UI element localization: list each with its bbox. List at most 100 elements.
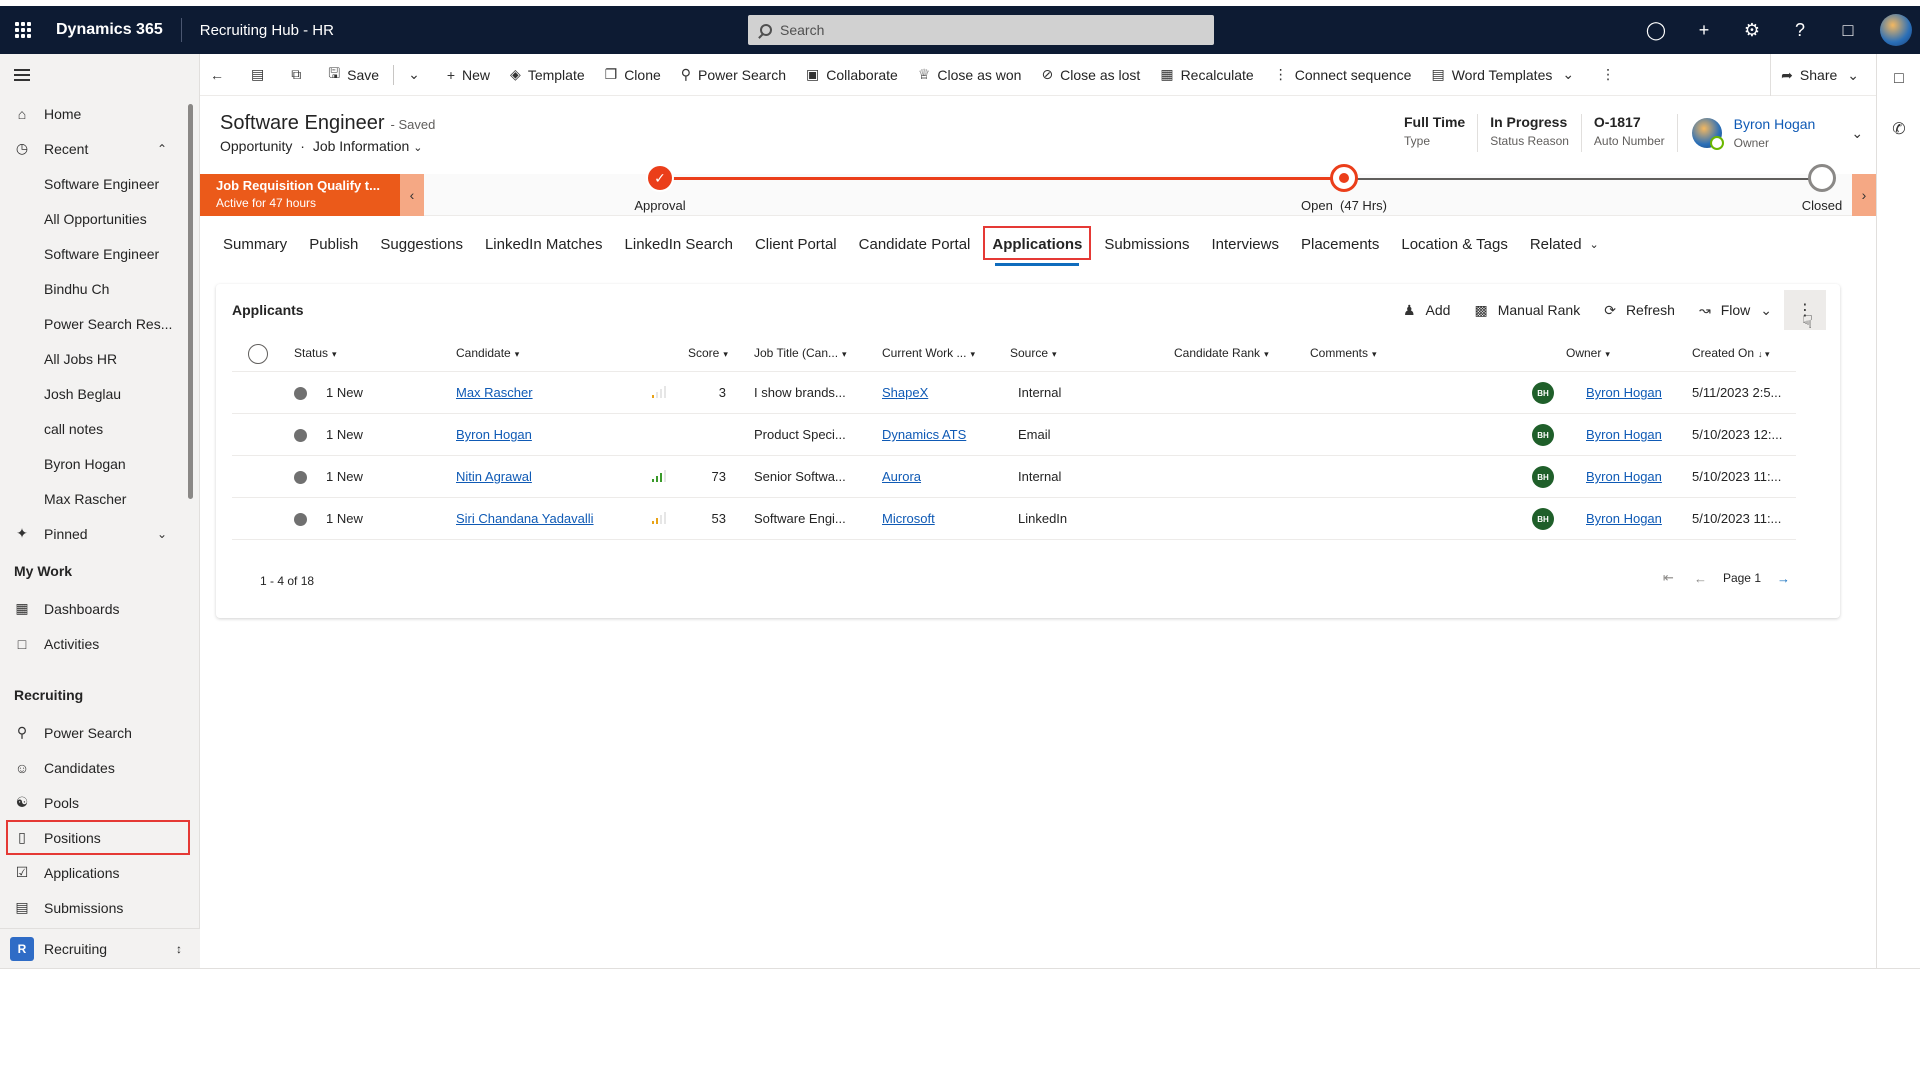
chevron-down-icon[interactable]: ⌄ xyxy=(157,527,167,541)
nav-candidates[interactable]: ☺ Candidates xyxy=(0,750,199,785)
table-row[interactable]: 1 New Nitin Agrawal 73 Senior Softwa... Auro… xyxy=(232,456,1796,498)
manual-rank-button[interactable]: ▩ Manual Rank xyxy=(1462,290,1592,330)
company-link[interactable]: Microsoft xyxy=(882,511,935,526)
first-page-icon[interactable]: ⇤ xyxy=(1663,570,1674,586)
col-job-title[interactable]: Job Title (Can... ▾ xyxy=(754,346,847,360)
col-candidate-rank[interactable]: Candidate Rank ▾ xyxy=(1174,346,1269,360)
tab-suggestions[interactable]: Suggestions xyxy=(369,222,474,266)
chat-icon[interactable]: □ xyxy=(1824,6,1872,54)
chat-icon[interactable]: □ xyxy=(1877,54,1920,104)
recent-item[interactable]: Software Engineer xyxy=(0,236,199,271)
recent-item[interactable]: Josh Beglau xyxy=(0,376,199,411)
nav-toggle-button[interactable] xyxy=(0,54,199,96)
gear-icon[interactable]: ⚙ xyxy=(1728,6,1776,54)
recent-item[interactable]: call notes xyxy=(0,411,199,446)
global-search-input[interactable]: Search xyxy=(748,15,1214,45)
refresh-button[interactable]: ⟳ Refresh xyxy=(1592,290,1687,330)
nav-submissions[interactable]: ▤ Submissions xyxy=(0,890,199,925)
lightbulb-icon[interactable]: ◯ xyxy=(1632,6,1680,54)
candidate-link[interactable]: Max Rascher xyxy=(456,385,533,400)
recent-item[interactable]: All Opportunities xyxy=(0,201,199,236)
tab-linkedin-search[interactable]: LinkedIn Search xyxy=(614,222,744,266)
owner-link[interactable]: Byron Hogan xyxy=(1586,427,1662,442)
company-link[interactable]: ShapeX xyxy=(882,385,928,400)
new-button[interactable]: + New xyxy=(437,54,500,96)
tab-placements[interactable]: Placements xyxy=(1290,222,1390,266)
recent-item[interactable]: Power Search Res... xyxy=(0,306,199,341)
close-as-lost-button[interactable]: ⊘ Close as lost xyxy=(1031,54,1150,96)
recent-item[interactable]: Software Engineer xyxy=(0,166,199,201)
tab-applications[interactable]: Applications xyxy=(981,222,1093,266)
tab-publish[interactable]: Publish xyxy=(298,222,369,266)
candidate-link[interactable]: Nitin Agrawal xyxy=(456,469,532,484)
tab-client-portal[interactable]: Client Portal xyxy=(744,222,848,266)
brand-name[interactable]: Dynamics 365 xyxy=(46,18,182,42)
table-row[interactable]: 1 New Byron Hogan Product Speci... Dynamics… xyxy=(232,414,1796,456)
form-view-button[interactable]: ▤ xyxy=(241,54,281,96)
col-comments[interactable]: Comments ▾ xyxy=(1310,346,1377,360)
template-button[interactable]: ◈ Template xyxy=(500,54,595,96)
nav-pools[interactable]: ☯ Pools xyxy=(0,785,199,820)
share-button[interactable]: ➦ Share ⌄ xyxy=(1771,54,1876,96)
col-status[interactable]: Status ▾ xyxy=(294,346,337,360)
chevron-down-icon[interactable]: ⌄ xyxy=(1851,125,1863,142)
owner-link[interactable]: Byron Hogan xyxy=(1586,511,1662,526)
active-process[interactable]: Job Requisition Qualify t... Active for … xyxy=(200,174,400,216)
popout-button[interactable]: ⧉ xyxy=(281,54,318,96)
nav-positions[interactable]: ▯ Positions xyxy=(6,820,190,855)
col-score[interactable]: Score ▾ xyxy=(688,346,728,360)
recent-item[interactable]: All Jobs HR xyxy=(0,341,199,376)
tab-interviews[interactable]: Interviews xyxy=(1200,222,1290,266)
plus-icon[interactable]: + xyxy=(1680,6,1728,54)
form-selector[interactable]: Job Information ⌄ xyxy=(313,138,423,154)
close-as-won-button[interactable]: ♕ Close as won xyxy=(908,54,1032,96)
company-link[interactable]: Aurora xyxy=(882,469,921,484)
tab-location-tags[interactable]: Location & Tags xyxy=(1390,222,1518,266)
table-row[interactable]: 1 New Siri Chandana Yadavalli 53 Software E… xyxy=(232,498,1796,540)
nav-activities[interactable]: □ Activities xyxy=(0,626,199,661)
recent-item[interactable]: Bindhu Ch xyxy=(0,271,199,306)
user-avatar[interactable] xyxy=(1880,14,1912,46)
table-row[interactable]: 1 New Max Rascher 3 I show brands... ShapeX I… xyxy=(232,372,1796,414)
nav-applications[interactable]: ☑ Applications xyxy=(0,855,199,890)
back-button[interactable]: ← xyxy=(200,54,241,96)
word-templates-button[interactable]: ▤ Word Templates ⌄ xyxy=(1421,54,1591,96)
more-commands-button[interactable]: ⋮ ☟ xyxy=(1784,290,1826,332)
save-button[interactable]: 🖫 Save xyxy=(318,54,389,96)
tab-candidate-portal[interactable]: Candidate Portal xyxy=(848,222,982,266)
select-all-radio[interactable] xyxy=(248,344,268,364)
next-page-icon[interactable]: → xyxy=(1777,571,1790,586)
bpf-next-button[interactable]: › xyxy=(1852,174,1876,216)
clone-button[interactable]: ❐ Clone xyxy=(595,54,671,96)
tab-summary[interactable]: Summary xyxy=(212,222,298,266)
power-search-button[interactable]: ⚲ Power Search xyxy=(671,54,796,96)
nav-home[interactable]: ⌂ Home xyxy=(0,96,199,131)
recent-item[interactable]: Byron Hogan xyxy=(0,446,199,481)
col-source[interactable]: Source ▾ xyxy=(1010,346,1057,360)
col-current-work[interactable]: Current Work ... ▾ xyxy=(882,346,975,360)
save-options-button[interactable]: ⌄ xyxy=(398,54,437,96)
nav-pinned[interactable]: ✦ Pinned ⌄ xyxy=(0,516,199,551)
app-launcher-button[interactable] xyxy=(0,6,46,54)
tab-related[interactable]: Related ⌄ xyxy=(1519,222,1610,266)
question-icon[interactable]: ? xyxy=(1776,6,1824,54)
connect-sequence-button[interactable]: ⋮ Connect sequence xyxy=(1264,54,1422,96)
company-link[interactable]: Dynamics ATS xyxy=(882,427,966,442)
owner-link[interactable]: Byron Hogan xyxy=(1586,469,1662,484)
candidate-link[interactable]: Byron Hogan xyxy=(456,427,532,442)
bpf-prev-button[interactable]: ‹ xyxy=(400,174,424,216)
area-switcher[interactable]: R Recruiting ↕ xyxy=(0,928,200,968)
tab-linkedin-matches[interactable]: LinkedIn Matches xyxy=(474,222,614,266)
nav-scrollbar[interactable] xyxy=(188,104,193,499)
prev-page-icon[interactable]: ← xyxy=(1694,571,1707,586)
candidate-link[interactable]: Siri Chandana Yadavalli xyxy=(456,511,594,526)
phone-icon[interactable]: ✆ xyxy=(1877,104,1920,154)
app-name[interactable]: Recruiting Hub - HR xyxy=(182,22,334,39)
tab-submissions[interactable]: Submissions xyxy=(1093,222,1200,266)
owner-link[interactable]: Byron Hogan xyxy=(1586,385,1662,400)
col-created-on[interactable]: Created On ↓ ▾ xyxy=(1692,346,1770,360)
col-owner[interactable]: Owner ▾ xyxy=(1566,346,1610,360)
flow-button[interactable]: ↝ Flow ⌄ xyxy=(1687,290,1784,330)
nav-power-search[interactable]: ⚲ Power Search xyxy=(0,715,199,750)
recent-item[interactable]: Max Rascher xyxy=(0,481,199,516)
